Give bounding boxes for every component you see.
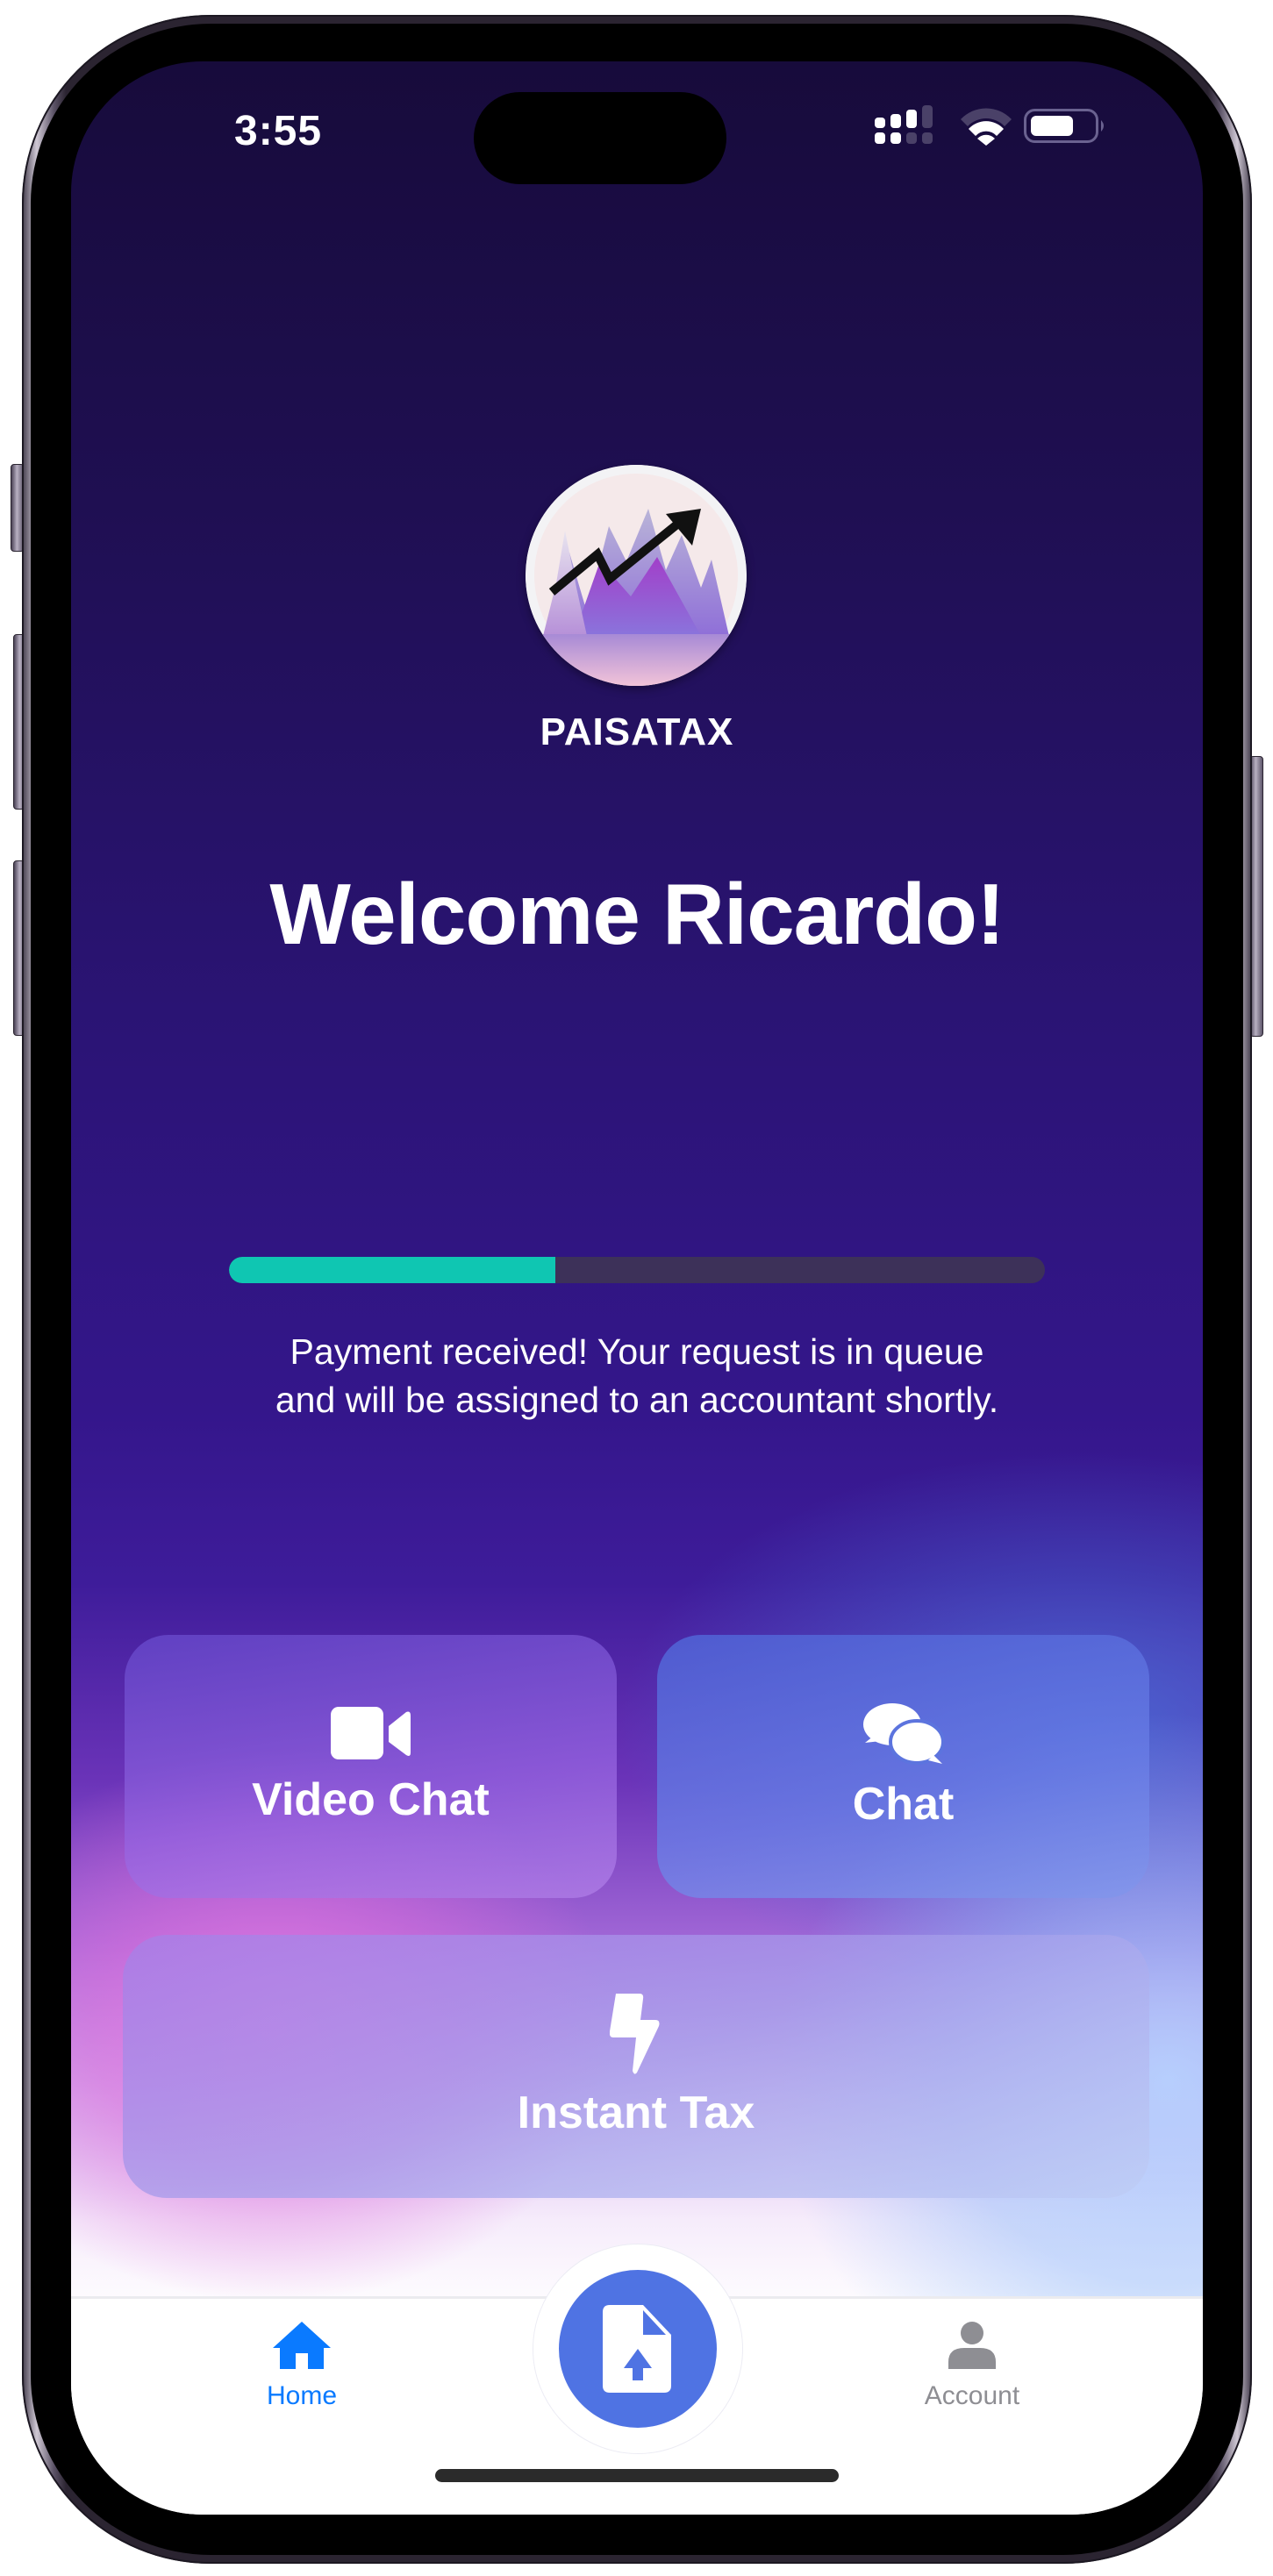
status-message-line-1: Payment received! Your request is in que… xyxy=(290,1331,984,1372)
page-title: Welcome Ricardo! xyxy=(269,866,1005,962)
mountain-chart-arrow-logo xyxy=(526,465,747,686)
home-indicator xyxy=(435,2469,839,2482)
chat-bubbles-icon xyxy=(862,1703,944,1765)
lightning-bolt-icon xyxy=(610,1994,660,2074)
battery-icon xyxy=(1024,109,1104,143)
brand-logo xyxy=(526,465,747,686)
cellular-signal-icon xyxy=(875,105,933,144)
progress-bar xyxy=(229,1257,1045,1283)
status-message-line-2: and will be assigned to an accountant sh… xyxy=(275,1380,999,1420)
dynamic-island xyxy=(474,92,726,184)
tab-home[interactable]: Home xyxy=(205,2299,398,2430)
brand-name: PAISATAX xyxy=(540,710,734,753)
document-upload-icon xyxy=(603,2305,671,2393)
person-icon xyxy=(948,2322,996,2369)
home-icon xyxy=(273,2322,331,2369)
video-camera-icon xyxy=(330,1707,411,1759)
tab-home-label: Home xyxy=(266,2381,338,2410)
chat-button[interactable]: Chat xyxy=(657,1635,1149,1898)
video-chat-button[interactable]: Video Chat xyxy=(125,1635,617,1898)
progress-fill xyxy=(229,1257,555,1283)
video-chat-label: Video Chat xyxy=(252,1774,490,1825)
wifi-icon xyxy=(961,108,1012,146)
instant-tax-label: Instant Tax xyxy=(517,2087,755,2138)
status-icons xyxy=(875,105,1112,147)
status-message: Payment received! Your request is in que… xyxy=(159,1328,1115,1424)
status-time: 3:55 xyxy=(234,108,323,154)
chat-label: Chat xyxy=(852,1779,955,1830)
instant-tax-button[interactable]: Instant Tax xyxy=(123,1935,1149,2198)
tab-account[interactable]: Account xyxy=(876,2299,1069,2430)
tab-account-label: Account xyxy=(924,2381,1020,2410)
upload-document-button[interactable] xyxy=(559,2270,717,2428)
app-screen: 3:55 PAISATAX Welcome Ricardo! Payment r… xyxy=(71,61,1203,2515)
